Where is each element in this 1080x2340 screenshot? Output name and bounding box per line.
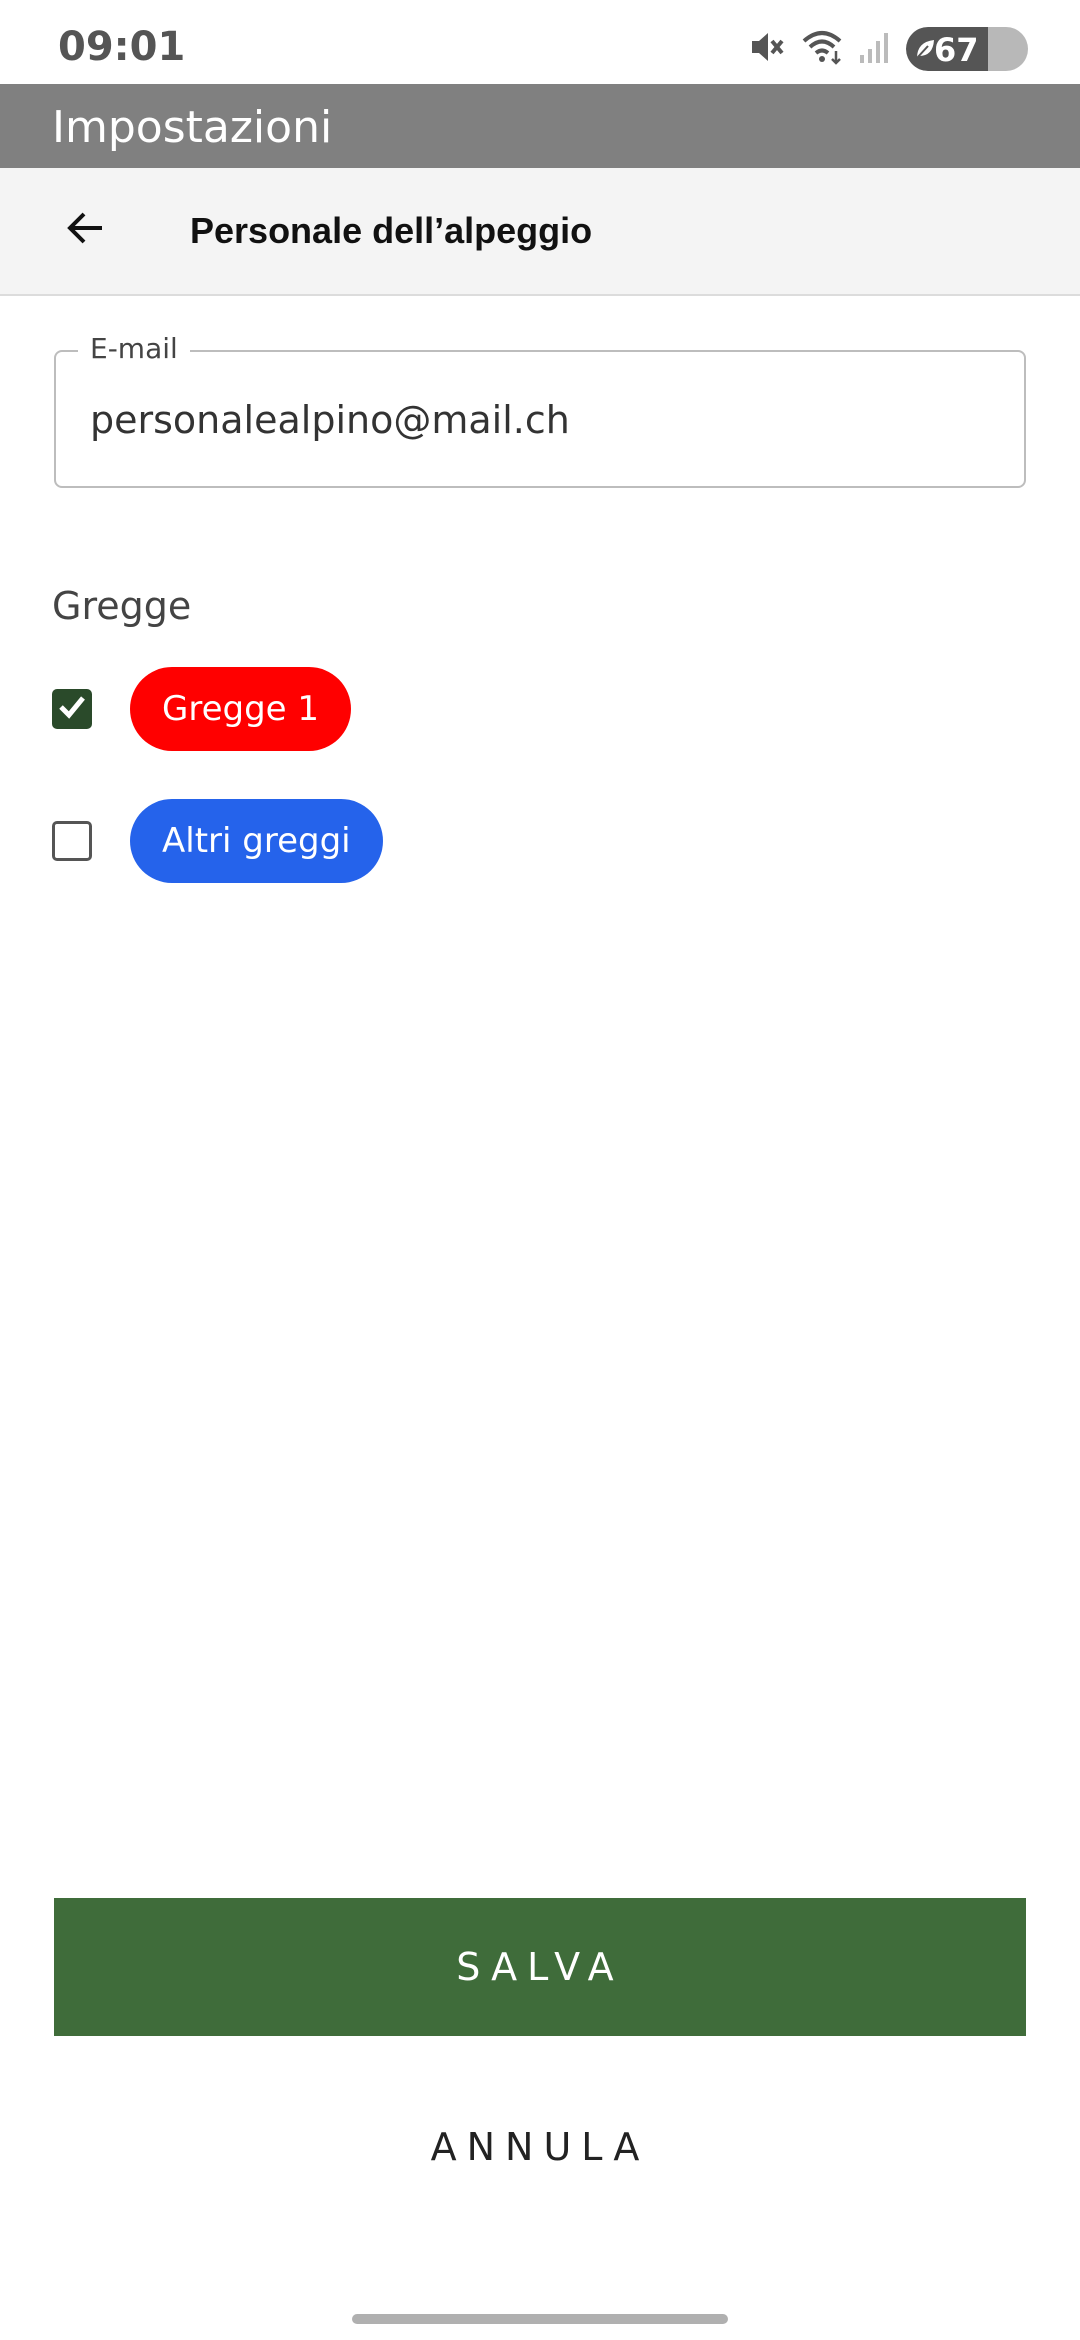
wifi-icon: [800, 27, 844, 72]
page-header: Personale dell’alpeggio: [0, 168, 1080, 296]
app-bar: Impostazioni: [0, 84, 1080, 168]
status-icons: 67: [746, 26, 1028, 72]
battery-level: 67: [934, 31, 979, 69]
save-button[interactable]: SALVA: [54, 1898, 1026, 2036]
flock-chip-label: Gregge 1: [162, 689, 320, 729]
flocks-section-title: Gregge: [52, 584, 192, 628]
email-input[interactable]: [90, 392, 990, 448]
flock-row-gregge-1: Gregge 1: [52, 667, 352, 751]
app-title: Impostazioni: [52, 102, 333, 153]
mute-icon: [746, 27, 786, 72]
email-label: E-mail: [78, 332, 190, 365]
status-time: 09:01: [58, 24, 186, 70]
flock-checkbox-gregge-1[interactable]: [52, 689, 92, 729]
check-icon: [57, 692, 87, 727]
save-button-label: SALVA: [456, 1945, 624, 1989]
flock-chip-altri-greggi[interactable]: Altri greggi: [130, 799, 383, 883]
flock-chip-gregge-1[interactable]: Gregge 1: [130, 667, 352, 751]
battery-icon: 67: [906, 27, 1028, 71]
home-indicator[interactable]: [352, 2314, 728, 2324]
cancel-button[interactable]: ANNULA: [54, 2082, 1026, 2212]
flock-row-altri-greggi: Altri greggi: [52, 799, 383, 883]
cancel-button-label: ANNULA: [430, 2125, 650, 2169]
flock-checkbox-altri-greggi[interactable]: [52, 821, 92, 861]
status-bar: 09:01 67: [0, 0, 1080, 84]
arrow-left-icon: [62, 204, 110, 257]
back-button[interactable]: [54, 198, 118, 262]
page-title: Personale dell’alpeggio: [190, 210, 593, 251]
signal-icon: [858, 29, 892, 70]
flock-chip-label: Altri greggi: [162, 821, 351, 861]
email-field[interactable]: E-mail: [54, 332, 1026, 488]
screen: 09:01 67 Impostazioni Personale dell’alp…: [0, 0, 1080, 2340]
leaf-icon: [914, 37, 936, 66]
